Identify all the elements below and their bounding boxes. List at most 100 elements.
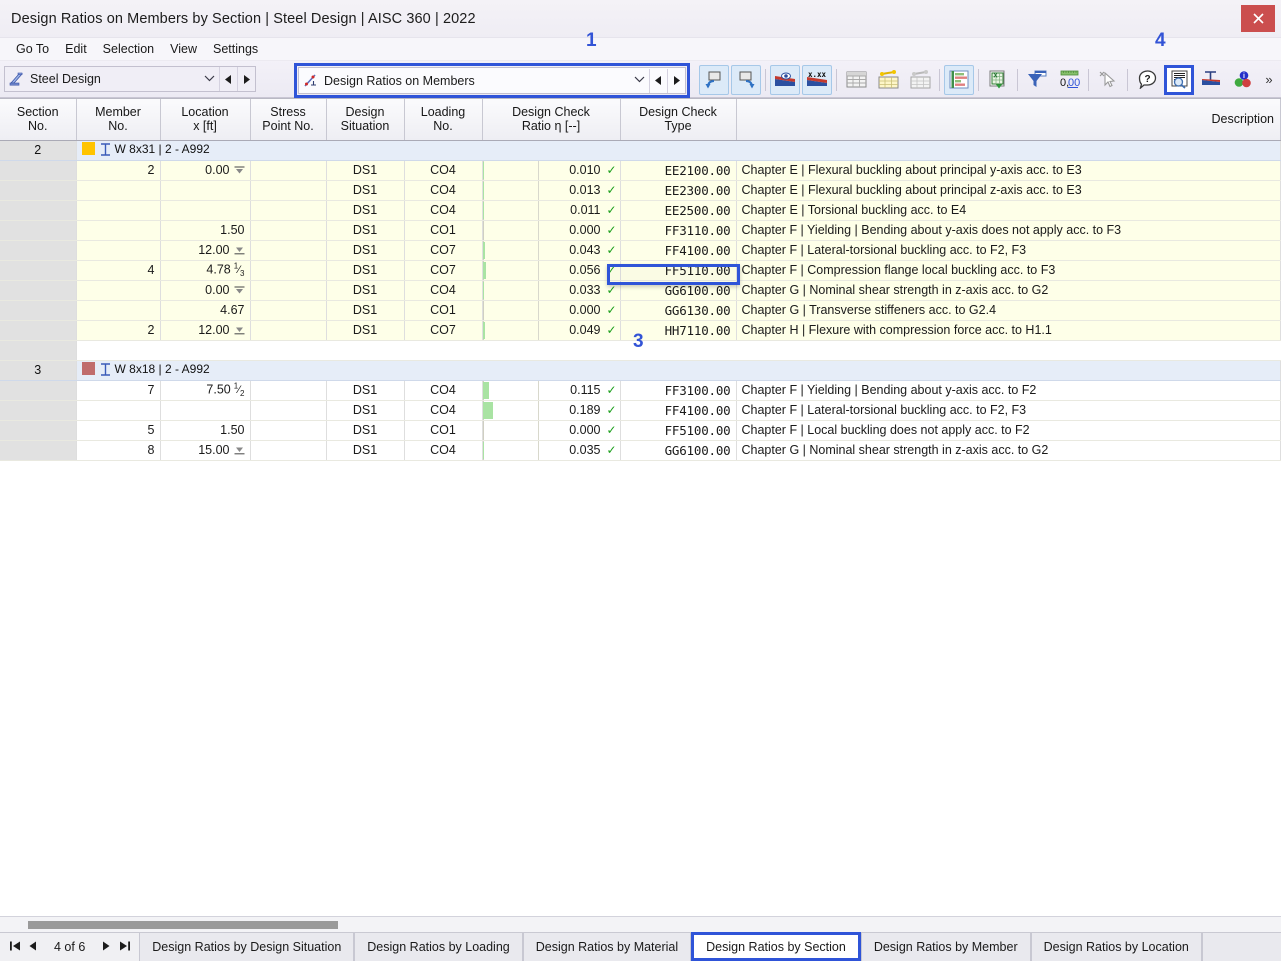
location-cell[interactable]: 4.78 1⁄3	[160, 260, 251, 281]
stress-point-cell[interactable]	[250, 160, 327, 181]
loading-no-cell[interactable]: CO1	[404, 420, 483, 441]
col-header-location[interactable]: Location x [ft]	[160, 99, 251, 141]
design-ratio-cell[interactable]: 0.000 ✓	[482, 420, 621, 441]
loading-no-cell[interactable]: CO4	[404, 380, 483, 401]
design-situation-cell[interactable]: DS1	[326, 180, 405, 201]
scope-combobox[interactable]: Steel Design	[4, 66, 256, 92]
design-check-type-cell[interactable]: EE2100.00	[620, 160, 737, 181]
table-row[interactable]: . DS1CO4 0.189 ✓FF4100.00Chapter F | Latera…	[0, 400, 1281, 421]
scope-next-button[interactable]	[237, 67, 255, 91]
selection-pointer-icon[interactable]	[1093, 65, 1123, 95]
member-no-cell[interactable]: 8	[76, 440, 161, 461]
location-cell[interactable]: 1.50	[160, 420, 251, 441]
design-check-type-cell[interactable]: FF5110.00	[620, 260, 737, 281]
design-ratio-cell[interactable]: 0.043 ✓	[482, 240, 621, 261]
col-header-description[interactable]: Description	[736, 99, 1281, 141]
description-cell[interactable]: Chapter F | Lateral-torsional buckling a…	[736, 400, 1281, 421]
col-header-stress-point[interactable]: Stress Point No.	[250, 99, 327, 141]
stress-point-cell[interactable]	[250, 300, 327, 321]
design-situation-cell[interactable]: DS1	[326, 440, 405, 461]
member-no-cell[interactable]	[76, 220, 161, 241]
horizontal-scrollbar[interactable]	[0, 916, 1281, 932]
design-ratio-cell[interactable]: 0.000 ✓	[482, 300, 621, 321]
design-check-type-cell[interactable]: GG6100.00	[620, 440, 737, 461]
member-no-cell[interactable]	[76, 200, 161, 221]
next-page-button[interactable]	[97, 941, 115, 954]
hscroll-thumb[interactable]	[28, 920, 338, 929]
design-ratio-cell[interactable]: 0.011 ✓	[482, 200, 621, 221]
chevron-down-icon-2[interactable]	[629, 75, 649, 86]
description-cell[interactable]: Chapter F | Yielding | Bending about y-a…	[736, 220, 1281, 241]
location-cell[interactable]	[160, 400, 251, 421]
table-prev-button[interactable]	[649, 68, 667, 93]
design-situation-cell[interactable]: DS1	[326, 200, 405, 221]
design-check-type-cell[interactable]: FF3110.00	[620, 220, 737, 241]
stress-point-cell[interactable]	[250, 220, 327, 241]
design-situation-cell[interactable]: DS1	[326, 400, 405, 421]
member-no-cell[interactable]	[76, 280, 161, 301]
table-row[interactable]: . 12.00 DS1CO7 0.043 ✓FF4100.00Chapter F | L…	[0, 240, 1281, 261]
location-cell[interactable]: 7.50 1⁄2	[160, 380, 251, 401]
show-values-icon[interactable]: x.xx	[802, 64, 832, 95]
tab-design-ratios-by-design-situation[interactable]: Design Ratios by Design Situation	[139, 933, 355, 961]
description-cell[interactable]: Chapter E | Flexural buckling about prin…	[736, 160, 1281, 181]
info-colors-icon[interactable]: i	[1228, 65, 1258, 95]
design-situation-cell[interactable]: DS1	[326, 300, 405, 321]
location-cell[interactable]: 0.00	[160, 160, 251, 181]
table-combobox[interactable]: Design Ratios on Members	[298, 67, 686, 94]
location-cell[interactable]: 15.00	[160, 440, 251, 461]
loading-no-cell[interactable]: CO1	[404, 220, 483, 241]
stress-point-cell[interactable]	[250, 380, 327, 401]
loading-no-cell[interactable]: CO7	[404, 260, 483, 281]
location-cell[interactable]	[160, 180, 251, 201]
design-check-type-cell[interactable]: FF4100.00	[620, 240, 737, 261]
tab-design-ratios-by-material[interactable]: Design Ratios by Material	[522, 933, 692, 961]
description-cell[interactable]: Chapter G | Nominal shear strength in z-…	[736, 440, 1281, 461]
export-excel-icon[interactable]: X	[983, 65, 1013, 95]
undo-view-icon[interactable]	[699, 64, 729, 95]
stress-point-cell[interactable]	[250, 320, 327, 341]
member-no-cell[interactable]	[76, 180, 161, 201]
table-all-icon[interactable]	[841, 65, 871, 95]
tab-design-ratios-by-section[interactable]: Design Ratios by Section	[691, 932, 861, 961]
stress-point-cell[interactable]	[250, 240, 327, 261]
tab-design-ratios-by-location[interactable]: Design Ratios by Location	[1030, 933, 1202, 961]
stress-point-cell[interactable]	[250, 180, 327, 201]
loading-no-cell[interactable]: CO4	[404, 280, 483, 301]
design-situation-cell[interactable]: DS1	[326, 380, 405, 401]
table-row[interactable]: . 4.67 DS1CO1 0.000 ✓GG6130.00Chapter G | Tr…	[0, 300, 1281, 321]
design-check-type-cell[interactable]: GG6100.00	[620, 280, 737, 301]
prev-page-button[interactable]	[24, 941, 42, 954]
location-cell[interactable]	[160, 200, 251, 221]
member-no-cell[interactable]: 4	[76, 260, 161, 281]
loading-no-cell[interactable]: CO4	[404, 180, 483, 201]
stress-point-cell[interactable]	[250, 280, 327, 301]
stress-point-cell[interactable]	[250, 260, 327, 281]
table-row[interactable]: .815.00 DS1CO4 0.035 ✓GG6100.00Chapter G | …	[0, 440, 1281, 461]
filter-icon[interactable]	[1022, 65, 1052, 95]
col-header-ratio[interactable]: Design Check Ratio η [--]	[482, 99, 621, 141]
detailed-results-icon[interactable]	[1164, 64, 1194, 95]
location-cell[interactable]: 1.50	[160, 220, 251, 241]
loading-no-cell[interactable]: CO7	[404, 320, 483, 341]
design-situation-cell[interactable]: DS1	[326, 420, 405, 441]
col-header-loading[interactable]: Loading No.	[404, 99, 483, 141]
description-cell[interactable]: Chapter F | Yielding | Bending about y-a…	[736, 380, 1281, 401]
decimal-places-icon[interactable]: 0, 00	[1054, 65, 1084, 95]
stress-point-cell[interactable]	[250, 400, 327, 421]
description-cell[interactable]: Chapter E | Torsional buckling acc. to E…	[736, 200, 1281, 221]
design-check-type-cell[interactable]: FF4100.00	[620, 400, 737, 421]
design-ratio-cell[interactable]: 0.033 ✓	[482, 280, 621, 301]
description-cell[interactable]: Chapter F | Lateral-torsional buckling a…	[736, 240, 1281, 261]
table-next-button[interactable]	[667, 68, 685, 93]
description-cell[interactable]: Chapter G | Transverse stiffeners acc. t…	[736, 300, 1281, 321]
table-row[interactable]: .77.501⁄2 DS1CO4 0.115 ✓FF3100.00Chapter F …	[0, 380, 1281, 401]
location-cell[interactable]: 4.67	[160, 300, 251, 321]
design-ratio-cell[interactable]: 0.049 ✓	[482, 320, 621, 341]
col-header-check-type[interactable]: Design Check Type	[620, 99, 737, 141]
table-row[interactable]: . 1.50 DS1CO1 0.000 ✓FF3110.00Chapter F | Yi…	[0, 220, 1281, 241]
close-button[interactable]	[1241, 5, 1275, 32]
member-no-cell[interactable]	[76, 400, 161, 421]
stress-point-cell[interactable]	[250, 440, 327, 461]
loading-no-cell[interactable]: CO1	[404, 300, 483, 321]
